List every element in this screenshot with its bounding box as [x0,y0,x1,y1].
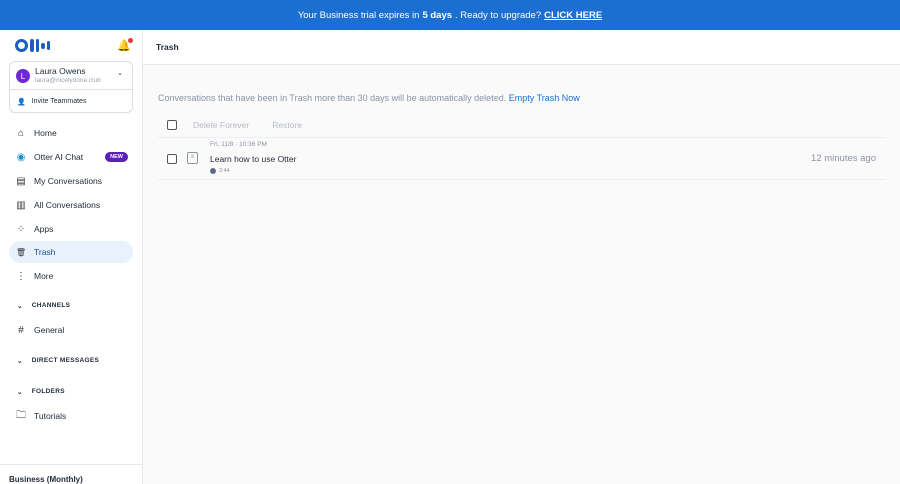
hash-icon: # [18,324,24,336]
otter-logo[interactable] [15,39,50,52]
nav-label: Tutorials [34,411,67,421]
trash-icon: 🗑 [15,247,27,257]
document-icon: ▤ [16,175,26,187]
user-name[interactable]: Laura Owens [35,66,86,76]
sidebar-item-trash[interactable]: 🗑 Trash [9,241,133,263]
otter-chat-icon: ◉ [16,151,26,163]
user-email: laura@nicelydone.club [35,77,101,84]
section-label: CHANNELS [31,302,71,309]
sidebar-item-all-conversations[interactable]: ▥ All Conversations [9,194,133,216]
nav-label: Trash [34,247,56,257]
sidebar: 🔔 L Laura Owens laura@nicelydone.club ⌄ … [0,30,143,484]
bulk-actions: Delete Forever Restore [167,120,302,130]
account-card: L Laura Owens laura@nicelydone.club ⌄ 👤 I… [9,61,133,113]
banner-days: 5 days [422,9,453,21]
row-checkbox[interactable] [167,154,177,164]
folders-section-toggle[interactable]: ⌄ FOLDERS [17,388,65,396]
nav-label: General [34,325,65,335]
conversation-date: Fri, 11/8 · 10:36 PM [210,141,267,148]
banner-text: Your Business trial expires in [297,9,420,21]
table-row[interactable]: ≡ Fri, 11/8 · 10:36 PM Learn how to use … [158,137,886,180]
trash-notice: Conversations that have been in Trash mo… [158,93,580,103]
upgrade-link[interactable]: CLICK HERE [544,10,602,21]
main-content: Trash Conversations that have been in Tr… [143,30,900,484]
nav-label: My Conversations [34,176,103,186]
delete-forever-button[interactable]: Delete Forever [193,120,249,130]
sidebar-item-more[interactable]: ⋮ More [9,265,133,287]
notice-text: Conversations that have been in Trash mo… [158,93,507,103]
document-icon: ≡ [187,152,198,164]
section-label: FOLDERS [31,388,65,395]
sidebar-item-apps[interactable]: ⁘ Apps [9,218,133,240]
sidebar-item-ai-chat[interactable]: ◉ Otter AI Chat NEW [9,146,133,168]
chevron-down-icon: ⌄ [17,303,23,310]
nav-label: Otter AI Chat [34,152,84,162]
direct-messages-section-toggle[interactable]: ⌄ DIRECT MESSAGES [17,357,99,365]
folder-icon: 🗀 [16,409,26,421]
nav-label: Apps [34,224,54,234]
chevron-down-icon: ⌄ [17,358,23,365]
avatar: L [16,69,30,83]
documents-icon: ▥ [16,199,26,211]
sidebar-item-my-conversations[interactable]: ▤ My Conversations [9,170,133,192]
sidebar-item-home[interactable]: ⌂ Home [9,122,133,144]
plan-label[interactable]: Business (Monthly) [0,464,143,484]
nav-label: All Conversations [34,200,101,210]
new-badge: NEW [105,152,128,162]
invite-teammates-button[interactable]: 👤 Invite Teammates [10,89,132,113]
deleted-time: 12 minutes ago [811,153,876,164]
chevron-down-icon: ⌄ [17,389,23,396]
add-user-icon: 👤 [17,98,26,106]
conversation-duration: 3:44 [210,168,230,174]
nav-label: Home [34,128,57,138]
duration-text: 3:44 [219,168,230,174]
nav-label: More [34,271,54,281]
invite-label: Invite Teammates [31,98,87,105]
section-label: DIRECT MESSAGES [31,357,100,364]
conversation-title[interactable]: Learn how to use Otter [210,154,296,164]
more-icon: ⋮ [16,270,26,282]
folder-tutorials[interactable]: 🗀 Tutorials [9,405,133,427]
notification-bell-icon[interactable]: 🔔 [117,38,133,52]
clock-icon [210,168,216,174]
channels-section-toggle[interactable]: ⌄ CHANNELS [17,302,70,310]
select-all-checkbox[interactable] [167,120,177,130]
channel-general[interactable]: # General [9,319,133,341]
chevron-down-icon[interactable]: ⌄ [117,69,123,77]
empty-trash-link[interactable]: Empty Trash Now [509,93,580,103]
banner-suffix: . Ready to upgrade? [455,9,542,21]
home-icon: ⌂ [17,127,25,139]
trial-banner: Your Business trial expires in 5 days. R… [0,0,900,30]
apps-icon: ⁘ [16,223,26,235]
restore-button[interactable]: Restore [272,120,302,130]
page-title: Trash [143,30,900,65]
